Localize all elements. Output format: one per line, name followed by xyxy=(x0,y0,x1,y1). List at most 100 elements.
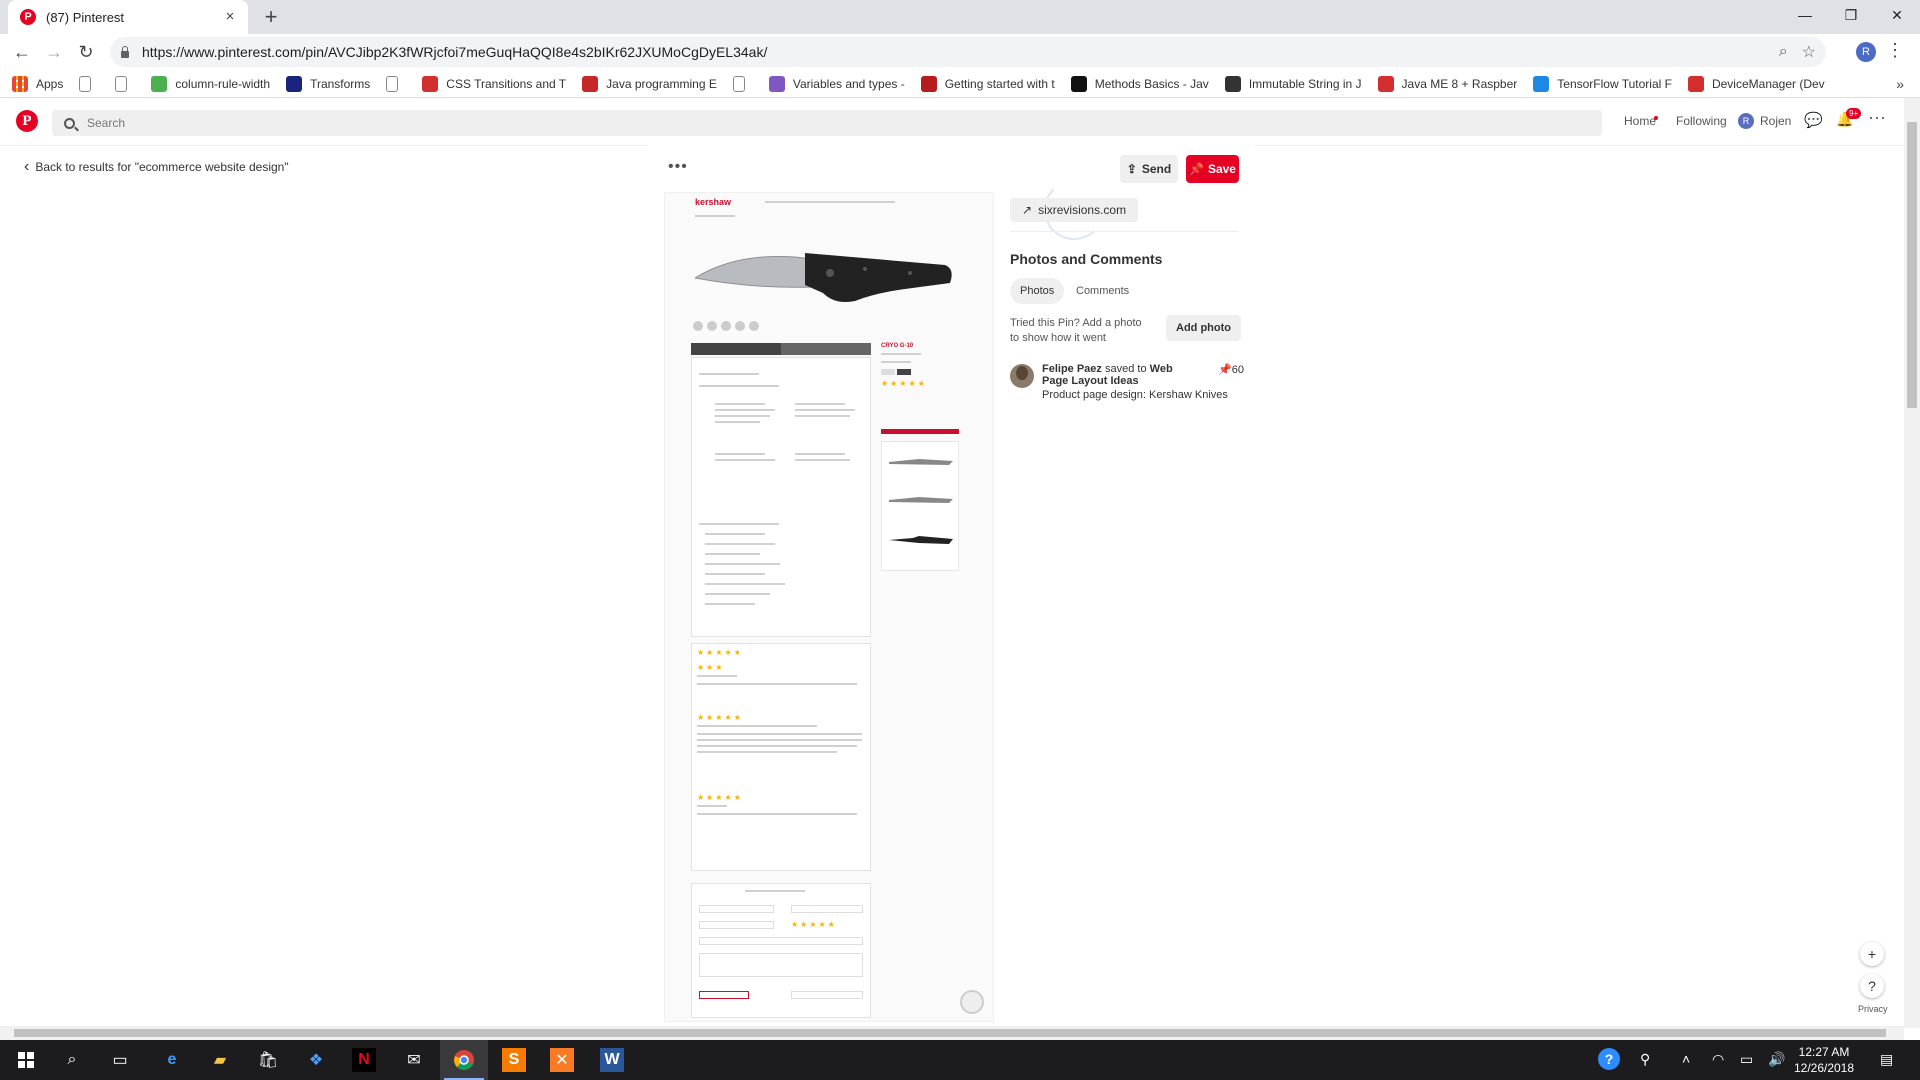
t-icon xyxy=(1224,75,1241,92)
mail-icon[interactable]: ✉ xyxy=(402,1048,426,1072)
chevron-left-icon: ‹ xyxy=(24,158,30,175)
action-center-icon[interactable]: ▤ xyxy=(1880,1051,1893,1068)
saver-avatar[interactable] xyxy=(1010,364,1034,388)
clock-date: 12/26/2018 xyxy=(1793,1061,1855,1075)
visual-search-lens-icon[interactable] xyxy=(960,990,984,1014)
chevron-up-icon[interactable]: ˄ xyxy=(1682,1051,1690,1067)
pin-icon: 📌 xyxy=(1189,162,1204,176)
dropbox-icon[interactable]: ❖ xyxy=(304,1048,328,1072)
sublime-text-icon[interactable]: S xyxy=(502,1048,526,1072)
create-plus-button[interactable]: + xyxy=(1860,942,1884,966)
page-icon xyxy=(79,75,92,92)
nav-following[interactable]: Following xyxy=(1676,114,1727,128)
store-icon[interactable]: 🛍 xyxy=(256,1048,280,1072)
more-options-icon[interactable]: ⋯ xyxy=(1868,108,1886,129)
oracle-icon xyxy=(1377,75,1394,92)
new-tab-button[interactable]: + xyxy=(258,4,284,30)
browser-tab[interactable]: P (87) Pinterest × xyxy=(8,0,248,34)
css-icon xyxy=(422,75,439,92)
horizontal-scrollbar[interactable] xyxy=(0,1026,1904,1040)
external-link-arrow-icon: ↗ xyxy=(1022,203,1033,217)
forward-arrow-icon[interactable]: → xyxy=(38,36,70,68)
word-icon[interactable]: W xyxy=(600,1048,624,1072)
address-bar[interactable]: https://www.pinterest.com/pin/AVCJibp2K3… xyxy=(110,37,1826,67)
vertical-scroll-thumb[interactable] xyxy=(1907,122,1917,408)
bookmark-item[interactable] xyxy=(79,75,99,92)
send-button[interactable]: ⇪ Send xyxy=(1120,155,1178,183)
bookmark-item[interactable]: Apps xyxy=(12,75,63,92)
battery-icon[interactable]: ▭ xyxy=(1740,1051,1753,1068)
bookmark-item[interactable]: Immutable String in J xyxy=(1224,75,1362,92)
back-to-results-link[interactable]: ‹ Back to results for "ecommerce website… xyxy=(24,158,289,176)
search-input[interactable] xyxy=(87,116,487,130)
bookmark-item[interactable]: Getting started with t xyxy=(920,75,1055,92)
bookmark-item[interactable] xyxy=(386,75,406,92)
profile-avatar[interactable]: R xyxy=(1856,42,1876,62)
saved-to-board-text: Felipe Paez saved to Web Page Layout Ide… xyxy=(1042,363,1192,387)
getting-started-icon xyxy=(920,75,937,92)
lock-icon xyxy=(120,46,130,58)
bookmark-item[interactable]: Java programming E xyxy=(582,75,717,92)
reload-icon[interactable]: ↻ xyxy=(70,36,102,68)
help-button[interactable]: ? xyxy=(1860,974,1884,998)
shield-icon xyxy=(1533,75,1550,92)
bookmark-item[interactable]: column-rule-width xyxy=(151,75,270,92)
windows-start-icon[interactable] xyxy=(14,1048,38,1072)
bookmark-item[interactable]: Methods Basics - Jav xyxy=(1070,75,1209,92)
pinterest-logo-icon[interactable]: P xyxy=(16,110,38,132)
chrome-menu-icon[interactable]: ⋮ xyxy=(1886,40,1904,61)
nav-user-name[interactable]: Rojen xyxy=(1760,114,1791,128)
people-tray-icon[interactable]: ⚲ xyxy=(1640,1051,1650,1068)
tab-close-icon[interactable]: × xyxy=(222,9,238,25)
zoom-icon[interactable]: ⌕ xyxy=(1779,43,1788,61)
tab-photos[interactable]: Photos xyxy=(1010,278,1065,304)
edge-icon[interactable]: e xyxy=(160,1048,184,1072)
task-view-icon[interactable]: ▭ xyxy=(108,1048,132,1072)
bookmarks-overflow-icon[interactable]: » xyxy=(1896,76,1904,92)
bookmark-item[interactable]: TensorFlow Tutorial F xyxy=(1533,75,1672,92)
vertical-scrollbar[interactable] xyxy=(1904,98,1920,1028)
wifi-icon[interactable]: ◠ xyxy=(1712,1051,1724,1068)
pin-more-options-icon[interactable]: ••• xyxy=(668,158,688,176)
restore-button[interactable]: ❐ xyxy=(1828,0,1874,30)
volume-icon[interactable]: 🔊 xyxy=(1768,1051,1785,1068)
file-explorer-icon[interactable]: ▰ xyxy=(208,1048,232,1072)
tried-this-pin-text: Tried this Pin? Add a photo to show how … xyxy=(1010,317,1142,344)
bookmark-item[interactable]: CSS Transitions and T xyxy=(422,75,566,92)
bookmark-label: TensorFlow Tutorial F xyxy=(1557,76,1672,91)
bookmark-label: Getting started with t xyxy=(944,76,1055,91)
pin-image[interactable]: kershaw CRYO G-10 ★★★★★ ★★★★★ ★★★ ★★★★★ … xyxy=(664,192,994,1022)
bookmark-label: Variables and types - xyxy=(792,76,905,91)
privacy-link[interactable]: Privacy xyxy=(1858,1004,1888,1014)
bookmark-star-icon[interactable]: ☆ xyxy=(1802,42,1816,62)
bookmark-label: Immutable String in J xyxy=(1248,76,1362,91)
bookmark-item[interactable]: Java ME 8 + Raspber xyxy=(1377,75,1517,92)
saver-name[interactable]: Felipe Paez xyxy=(1042,363,1102,375)
system-clock[interactable]: 12:27 AM 12/26/2018 xyxy=(1792,1044,1856,1076)
tab-comments[interactable]: Comments xyxy=(1066,278,1139,304)
bookmark-item[interactable]: Variables and types - xyxy=(768,75,905,92)
thumbnail-row xyxy=(693,321,759,331)
search-taskbar-icon[interactable]: ⌕ xyxy=(60,1048,84,1072)
help-tray-icon[interactable]: ? xyxy=(1598,1048,1620,1070)
messages-icon[interactable]: 💬 xyxy=(1804,111,1823,129)
save-button[interactable]: 📌 Save xyxy=(1186,155,1239,183)
back-arrow-icon[interactable]: ← xyxy=(6,36,38,68)
bookmark-item[interactable] xyxy=(732,75,753,92)
search-bar[interactable] xyxy=(52,110,1602,136)
netflix-icon[interactable]: N xyxy=(352,1048,376,1072)
xampp-icon[interactable]: ✕ xyxy=(550,1048,574,1072)
bookmark-item[interactable]: Transforms xyxy=(286,75,371,92)
add-photo-button[interactable]: Add photo xyxy=(1166,315,1241,341)
bookmark-item[interactable]: DeviceManager (Dev xyxy=(1687,75,1825,92)
horizontal-scroll-thumb[interactable] xyxy=(14,1029,1886,1037)
bookmark-label: Transforms xyxy=(310,76,371,91)
bookmark-item[interactable] xyxy=(115,75,135,92)
chrome-icon[interactable] xyxy=(452,1048,476,1072)
upload-icon: ⇪ xyxy=(1126,162,1137,176)
source-link[interactable]: ↗ sixrevisions.com xyxy=(1010,198,1139,222)
minimize-button[interactable]: — xyxy=(1782,0,1828,30)
user-avatar[interactable]: R xyxy=(1738,113,1754,129)
close-window-button[interactable]: ✕ xyxy=(1874,0,1920,30)
nav-home[interactable]: Home xyxy=(1624,114,1656,128)
